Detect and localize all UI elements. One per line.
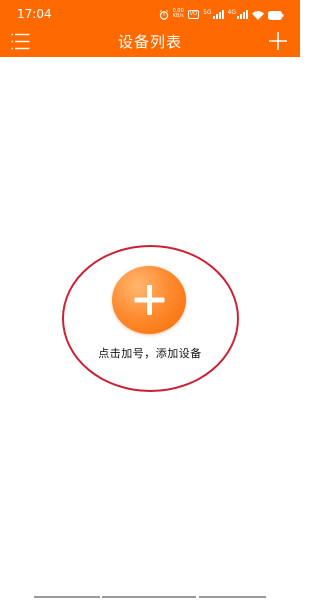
- network-speed: 0.00 KB/s: [173, 9, 184, 19]
- page-title: 设备列表: [117, 33, 182, 51]
- plus-icon: [134, 285, 165, 315]
- status-bar: 17:04 0.00 KB/s VO 5G 4G: [0, 0, 300, 28]
- screen: 17:04 0.00 KB/s VO 5G 4G 设备列表 点击加号，添加设备: [0, 0, 300, 600]
- empty-hint-text: 点击加号，添加设备: [98, 347, 202, 360]
- alarm-icon: [159, 5, 169, 24]
- add-device-button[interactable]: [268, 31, 288, 51]
- app-bar: 设备列表: [0, 28, 300, 57]
- battery-icon: [268, 5, 284, 24]
- signal-icon: 4G: [227, 8, 248, 19]
- status-time: 17:04: [17, 7, 52, 21]
- status-icons: 0.00 KB/s VO 5G 4G: [159, 8, 284, 20]
- sim2-label: 4G: [227, 8, 236, 16]
- nav-indicator-left: [34, 596, 100, 598]
- network-speed-unit: KB/s: [172, 13, 184, 19]
- nav-indicator-middle: [102, 596, 196, 598]
- plus-icon: [269, 32, 287, 50]
- signal-icon: 5G: [203, 8, 224, 19]
- volte-icon: VO: [187, 9, 200, 19]
- sim1-label: 5G: [203, 8, 212, 16]
- nav-indicator-right: [199, 596, 266, 598]
- wifi-icon: [252, 5, 264, 24]
- add-device-circle-button[interactable]: [112, 266, 186, 334]
